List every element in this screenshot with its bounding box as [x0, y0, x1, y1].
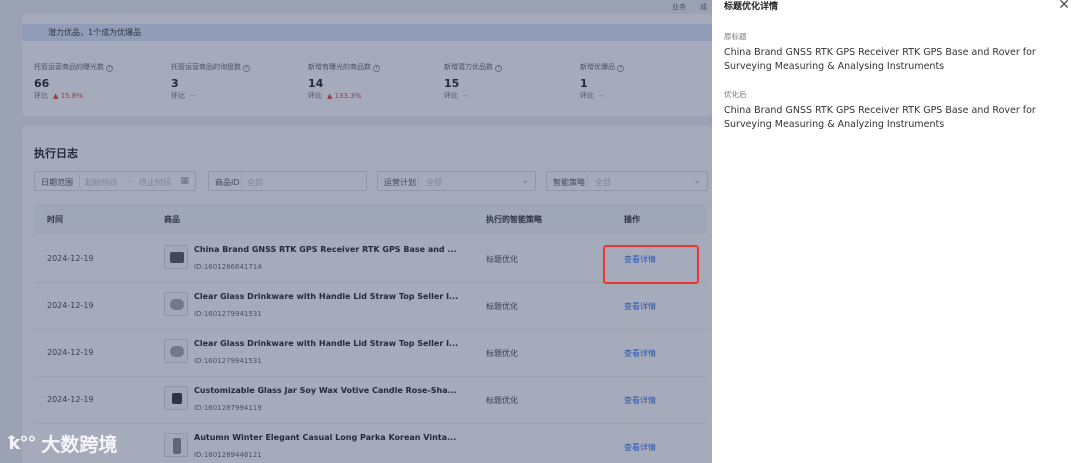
close-icon[interactable]: ✕	[1058, 0, 1070, 12]
highlight-box	[603, 245, 699, 284]
drawer-title: 标题优化详情	[724, 2, 779, 12]
title-optimization-drawer: 标题优化详情 ✕ 原标题 China Brand GNSS RTK GPS Re…	[712, 0, 1080, 463]
watermark: ꝁ°° 大数跨境	[8, 430, 117, 456]
original-title-label: 原标题	[724, 32, 747, 41]
original-title-value: China Brand GNSS RTK GPS Receiver RTK GP…	[724, 47, 1036, 72]
watermark-logo-icon: ꝁ°°	[8, 432, 36, 454]
optimized-title-label: 优化后	[724, 90, 747, 99]
watermark-text: 大数跨境	[41, 433, 118, 456]
modal-overlay[interactable]	[0, 0, 712, 463]
optimized-title-value: China Brand GNSS RTK GPS Receiver RTK GP…	[724, 105, 1036, 130]
